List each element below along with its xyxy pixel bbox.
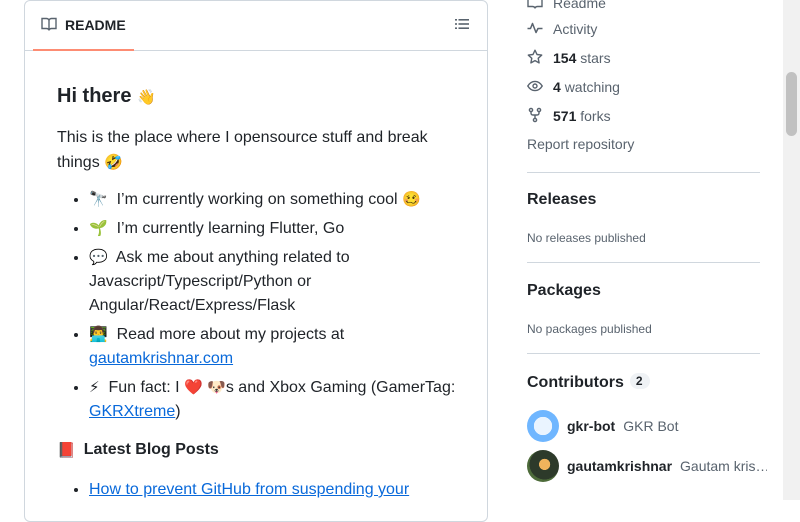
list-item-text: Ask me about anything related to Javascr… (89, 249, 350, 314)
readme-intro: This is the place where I opensource stu… (57, 126, 457, 175)
contributors-count-badge: 2 (629, 373, 650, 389)
contributor-login[interactable]: gautamkrishnar (567, 458, 672, 474)
seedling-emoji: 🌱 (89, 219, 108, 237)
contributor-name: Gautam kris… (680, 458, 767, 474)
book-icon (527, 0, 543, 13)
contributor-item[interactable]: gautamkrishnar Gautam kris… (527, 450, 767, 482)
packages-empty: No packages published (527, 322, 652, 336)
zap-emoji: ⚡ (89, 378, 100, 396)
activity-row[interactable]: Activity (527, 18, 597, 40)
forks-label: forks (580, 108, 611, 124)
list-item: 🔭 I’m currently working on something coo… (89, 187, 457, 212)
wave-emoji: 👋 (137, 88, 156, 106)
avatar[interactable] (527, 410, 559, 442)
readme-content: Hi there 👋 This is the place where I ope… (57, 81, 457, 502)
readme-header: README (25, 1, 487, 51)
list-item-text: Read more about my projects at (116, 326, 345, 343)
website-link[interactable]: gautamkrishnar.com (89, 350, 233, 367)
packages-title[interactable]: Packages (527, 282, 601, 300)
list-item: 🌱 I’m currently learning Flutter, Go (89, 216, 457, 241)
eye-icon (526, 78, 544, 97)
scrollbar-thumb[interactable] (786, 72, 797, 136)
forks-count: 571 (553, 108, 577, 124)
woozy-emoji: 🥴 (402, 190, 421, 208)
list-item: ⚡ Fun fact: I ❤️ 🐶s and Xbox Gaming (Gam… (89, 375, 457, 424)
book-icon (41, 16, 57, 35)
blog-list: How to prevent GitHub from suspending yo… (57, 478, 457, 502)
avatar[interactable] (527, 450, 559, 482)
technologist-emoji: 👨‍💻 (89, 325, 108, 343)
pulse-icon (527, 20, 543, 39)
list-item-text: Fun fact: I (108, 379, 180, 396)
watching-row[interactable]: 4 watching (526, 76, 620, 98)
page-scrollbar[interactable] (783, 0, 800, 500)
contributor-login[interactable]: gkr-bot (567, 418, 615, 434)
divider (527, 262, 760, 263)
list-item: 👨‍💻 Read more about my projects at gauta… (89, 322, 457, 371)
stars-row[interactable]: 154 stars (527, 47, 611, 69)
list-item: How to prevent GitHub from suspending yo… (89, 478, 457, 502)
readme-heading: Hi there 👋 (57, 81, 457, 112)
contributor-name: GKR Bot (623, 418, 679, 434)
list-item-text: I’m currently working on something cool (116, 191, 398, 208)
readme-link: Readme (553, 0, 606, 11)
list-item-text: I’m currently learning Flutter, Go (116, 220, 345, 237)
readme-row[interactable]: Readme (527, 0, 606, 14)
list-item-text-cont: s and Xbox Gaming (GamerTag: (225, 379, 456, 396)
fork-icon (527, 107, 543, 126)
releases-empty: No releases published (527, 231, 646, 245)
speech-bubble-emoji: 💬 (89, 248, 108, 266)
forks-row[interactable]: 571 forks (527, 105, 611, 127)
list-icon (454, 16, 470, 37)
readme-card: README Hi there 👋 This is the place wher… (24, 0, 488, 522)
divider (527, 172, 760, 173)
blog-heading-text: Latest Blog Posts (83, 441, 219, 458)
list-item-text-end: ) (175, 403, 181, 420)
activity-label: Activity (553, 21, 598, 37)
about-me-list: 🔭 I’m currently working on something coo… (57, 187, 457, 424)
contributor-item[interactable]: gkr-bot GKR Bot (527, 410, 767, 442)
watching-count: 4 (553, 79, 561, 95)
readme-tab[interactable]: README (33, 1, 134, 51)
star-icon (527, 49, 543, 68)
report-repository-link[interactable]: Report repository (527, 136, 634, 152)
releases-title[interactable]: Releases (527, 191, 596, 209)
list-item: 💬 Ask me about anything related to Javas… (89, 245, 457, 318)
book-emoji: 📕 (57, 441, 76, 459)
gamertag-link[interactable]: GKRXtreme (89, 403, 175, 420)
contributors-title-text: Contributors (527, 374, 624, 391)
laugh-emoji: 🤣 (104, 153, 123, 171)
stars-count: 154 (553, 50, 577, 66)
blog-post-link[interactable]: How to prevent GitHub from suspending yo… (89, 481, 409, 498)
blog-heading: 📕 Latest Blog Posts (57, 438, 457, 462)
readme-tab-label: README (65, 17, 126, 33)
heart-emoji: ❤️ (184, 378, 203, 396)
outline-button[interactable] (453, 17, 471, 35)
contributors-title[interactable]: Contributors 2 (527, 373, 650, 392)
heading-text: Hi there (57, 85, 132, 107)
dog-emoji: 🐶 (207, 378, 226, 396)
divider (527, 353, 760, 354)
telescope-emoji: 🔭 (89, 190, 108, 208)
watching-label: watching (564, 79, 620, 95)
stars-label: stars (580, 50, 611, 66)
